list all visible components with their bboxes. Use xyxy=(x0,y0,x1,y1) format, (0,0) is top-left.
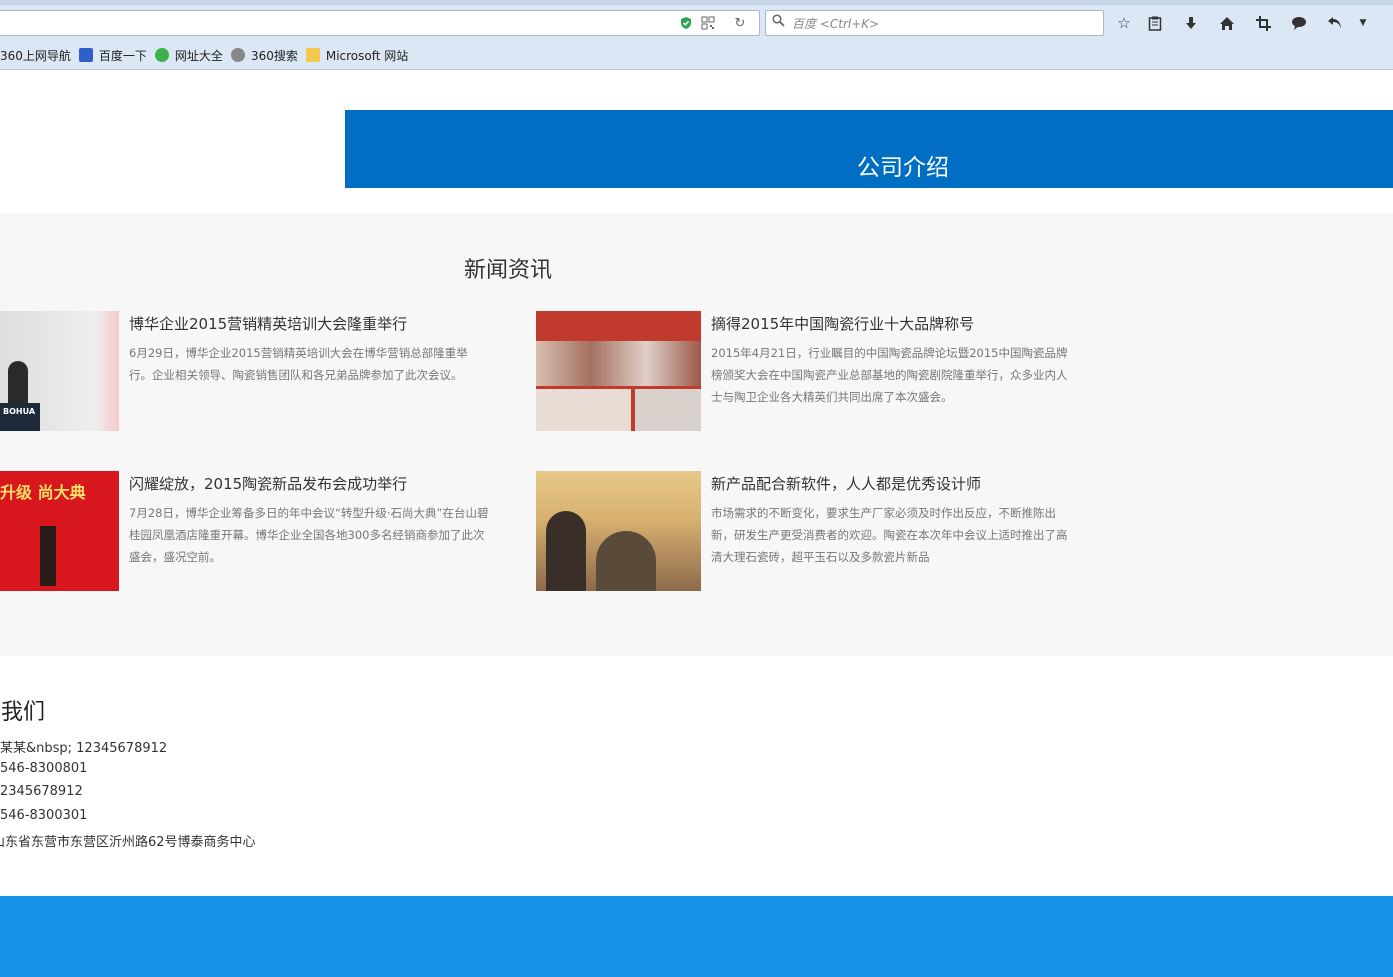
footer xyxy=(0,896,1393,977)
bookmark-hao[interactable]: 网址大全 xyxy=(154,47,223,64)
crop-icon[interactable] xyxy=(1252,12,1274,34)
hero-title: 公司介绍 xyxy=(857,155,949,181)
news-headline[interactable]: 摘得2015年中国陶瓷行业十大品牌称号 xyxy=(711,313,974,334)
undo-icon[interactable] xyxy=(1324,12,1346,34)
tab-strip xyxy=(0,0,1393,5)
news-image[interactable]: BOHUA xyxy=(0,311,119,431)
search-placeholder: 百度 <Ctrl+K> xyxy=(792,17,880,31)
dropdown-icon[interactable]: ▼ xyxy=(1352,12,1374,34)
news-summary: 市场需求的不断变化，要求生产厂家必须及时作出反应，不断推陈出新，研发生产更受消费… xyxy=(711,506,1068,564)
search-icon xyxy=(772,14,785,31)
reading-list-icon[interactable] xyxy=(1144,12,1166,34)
news-summary: 7月28日，博华企业筹备多日的年中会议“转型升级·石尚大典”在台山碧桂园凤凰酒店… xyxy=(129,506,489,564)
bookmark-baidu[interactable]: 百度一下 xyxy=(78,47,147,64)
bookmark-360-nav[interactable]: 360上网导航 xyxy=(0,47,71,64)
search-bar[interactable]: 百度 <Ctrl+K> xyxy=(765,10,1104,36)
shield-icon[interactable] xyxy=(677,14,695,32)
news-summary: 6月29日，博华企业2015营销精英培训大会在博华营销总部隆重举行。企业相关领导… xyxy=(129,346,468,382)
qr-code-icon[interactable] xyxy=(699,14,717,32)
browser-chrome: ↻ 百度 <Ctrl+K> ☆ ▼ 360上网导航 百度一下 网址大全 360搜… xyxy=(0,0,1393,70)
contact-address: 山东省东营市东营区沂州路62号博泰商务中心 xyxy=(0,835,256,850)
bookmark-label: Microsoft 网站 xyxy=(325,48,409,63)
news-headline[interactable]: 闪耀绽放，2015陶瓷新品发布会成功举行 xyxy=(129,473,407,494)
bookmark-microsoft[interactable]: Microsoft 网站 xyxy=(305,47,409,64)
news-image-caption: BOHUA xyxy=(3,407,36,416)
contact-name-phone: 某某&nbsp; 12345678912 xyxy=(0,741,168,756)
folder-icon xyxy=(305,48,320,62)
download-icon[interactable] xyxy=(1180,12,1202,34)
refresh-icon[interactable]: ↻ xyxy=(731,14,749,32)
bookmark-label: 360搜索 xyxy=(250,48,298,63)
bookmark-label: 网址大全 xyxy=(174,48,223,63)
news-image[interactable] xyxy=(536,471,701,591)
address-bar[interactable]: ↻ xyxy=(0,10,760,36)
news-summary: 2015年4月21日，行业瞩目的中国陶瓷品牌论坛暨2015中国陶瓷品牌榜颁奖大会… xyxy=(711,346,1068,404)
home-icon[interactable] xyxy=(1216,12,1238,34)
bookmark-360-search[interactable]: 360搜索 xyxy=(230,47,298,64)
bookmarks-bar: 360上网导航 百度一下 网址大全 360搜索 Microsoft 网站 xyxy=(0,44,416,66)
news-headline[interactable]: 博华企业2015营销精英培训大会隆重举行 xyxy=(129,313,407,334)
news-section-title: 新闻资讯 xyxy=(464,258,553,283)
globe-icon xyxy=(230,48,245,62)
contact-fax: 546-8300301 xyxy=(0,808,88,823)
contact-phone: 546-8300801 xyxy=(0,761,88,776)
news-image-caption: 升级 尚大典 xyxy=(0,483,86,502)
bookmark-label: 360上网导航 xyxy=(0,48,71,63)
news-headline[interactable]: 新产品配合新软件，人人都是优秀设计师 xyxy=(711,473,981,494)
news-image[interactable] xyxy=(536,311,701,431)
hao-icon xyxy=(154,48,169,62)
contact-title: 我们 xyxy=(1,700,46,725)
contact-mobile: 2345678912 xyxy=(0,784,83,799)
baidu-icon xyxy=(78,48,93,62)
chat-icon[interactable] xyxy=(1288,12,1310,34)
star-icon[interactable]: ☆ xyxy=(1113,12,1135,34)
bookmark-label: 百度一下 xyxy=(98,48,147,63)
news-image[interactable]: 升级 尚大典 xyxy=(0,471,119,591)
